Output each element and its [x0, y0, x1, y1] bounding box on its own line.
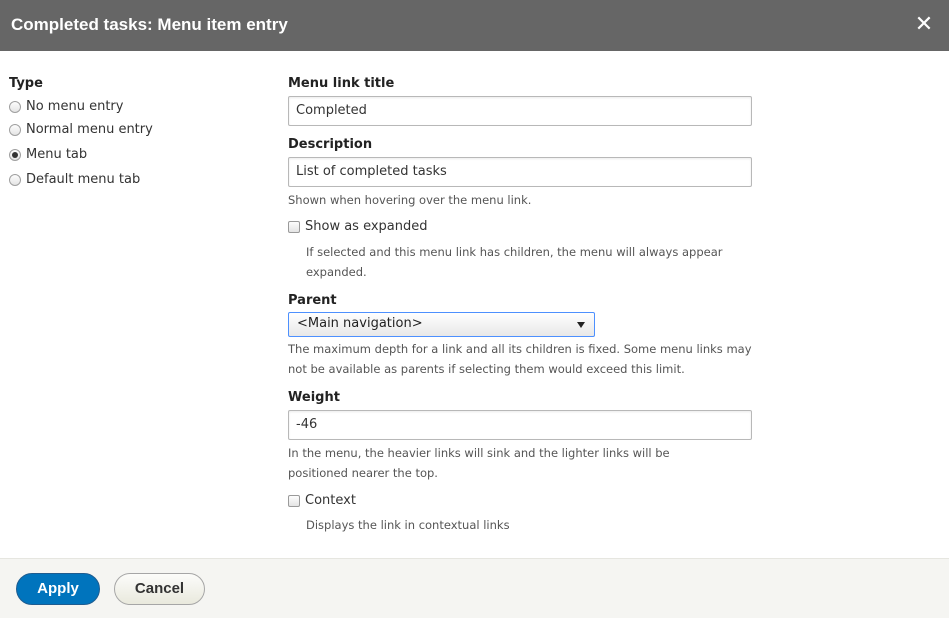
- radio-menu-tab[interactable]: Menu tab: [9, 142, 269, 167]
- weight-help: In the menu, the heavier links will sink…: [288, 446, 670, 480]
- type-radio-group: Type No menu entry Normal menu entry Men…: [9, 76, 269, 192]
- context-checkbox[interactable]: [288, 494, 300, 507]
- menu-link-title-input[interactable]: Completed: [288, 96, 752, 126]
- radio-button[interactable]: [9, 100, 21, 113]
- description-help: Shown when hovering over the menu link.: [288, 193, 532, 207]
- weight-label: Weight: [288, 390, 340, 405]
- dialog-title: Completed tasks: Menu item entry: [11, 15, 288, 34]
- parent-label: Parent: [288, 293, 337, 308]
- show-as-expanded-checkbox-row[interactable]: Show as expanded: [288, 219, 428, 234]
- parent-select[interactable]: <Main navigation>: [288, 312, 595, 337]
- radio-normal-menu-entry[interactable]: Normal menu entry: [9, 117, 269, 142]
- show-as-expanded-help: If selected and this menu link has child…: [306, 245, 723, 279]
- radio-label: Menu tab: [26, 147, 88, 162]
- dialog-titlebar: Completed tasks: Menu item entry ✕: [0, 0, 949, 51]
- show-as-expanded-label: Show as expanded: [305, 219, 428, 234]
- close-icon[interactable]: ✕: [913, 12, 935, 38]
- apply-button[interactable]: Apply: [16, 573, 100, 605]
- weight-input[interactable]: -46: [288, 410, 752, 440]
- type-label: Type: [9, 76, 43, 91]
- radio-label: No menu entry: [26, 99, 124, 114]
- description-input[interactable]: List of completed tasks: [288, 157, 752, 187]
- radio-no-menu-entry[interactable]: No menu entry: [9, 96, 269, 117]
- context-label: Context: [305, 493, 356, 508]
- parent-select-value: <Main navigation>: [297, 316, 423, 331]
- parent-help: The maximum depth for a link and all its…: [288, 342, 752, 376]
- dialog-footer: Apply Cancel: [0, 558, 949, 618]
- dropdown-arrow-icon: [577, 322, 585, 328]
- context-checkbox-row[interactable]: Context: [288, 493, 356, 508]
- cancel-button[interactable]: Cancel: [114, 573, 205, 605]
- radio-button[interactable]: [9, 123, 21, 136]
- description-label: Description: [288, 137, 373, 152]
- radio-button-selected[interactable]: [9, 148, 21, 161]
- radio-button[interactable]: [9, 173, 21, 186]
- radio-label: Normal menu entry: [26, 122, 153, 137]
- radio-label: Default menu tab: [26, 172, 141, 187]
- radio-default-menu-tab[interactable]: Default menu tab: [9, 167, 269, 192]
- show-as-expanded-checkbox[interactable]: [288, 220, 300, 233]
- menu-link-title-label: Menu link title: [288, 76, 395, 91]
- context-help: Displays the link in contextual links: [306, 518, 510, 532]
